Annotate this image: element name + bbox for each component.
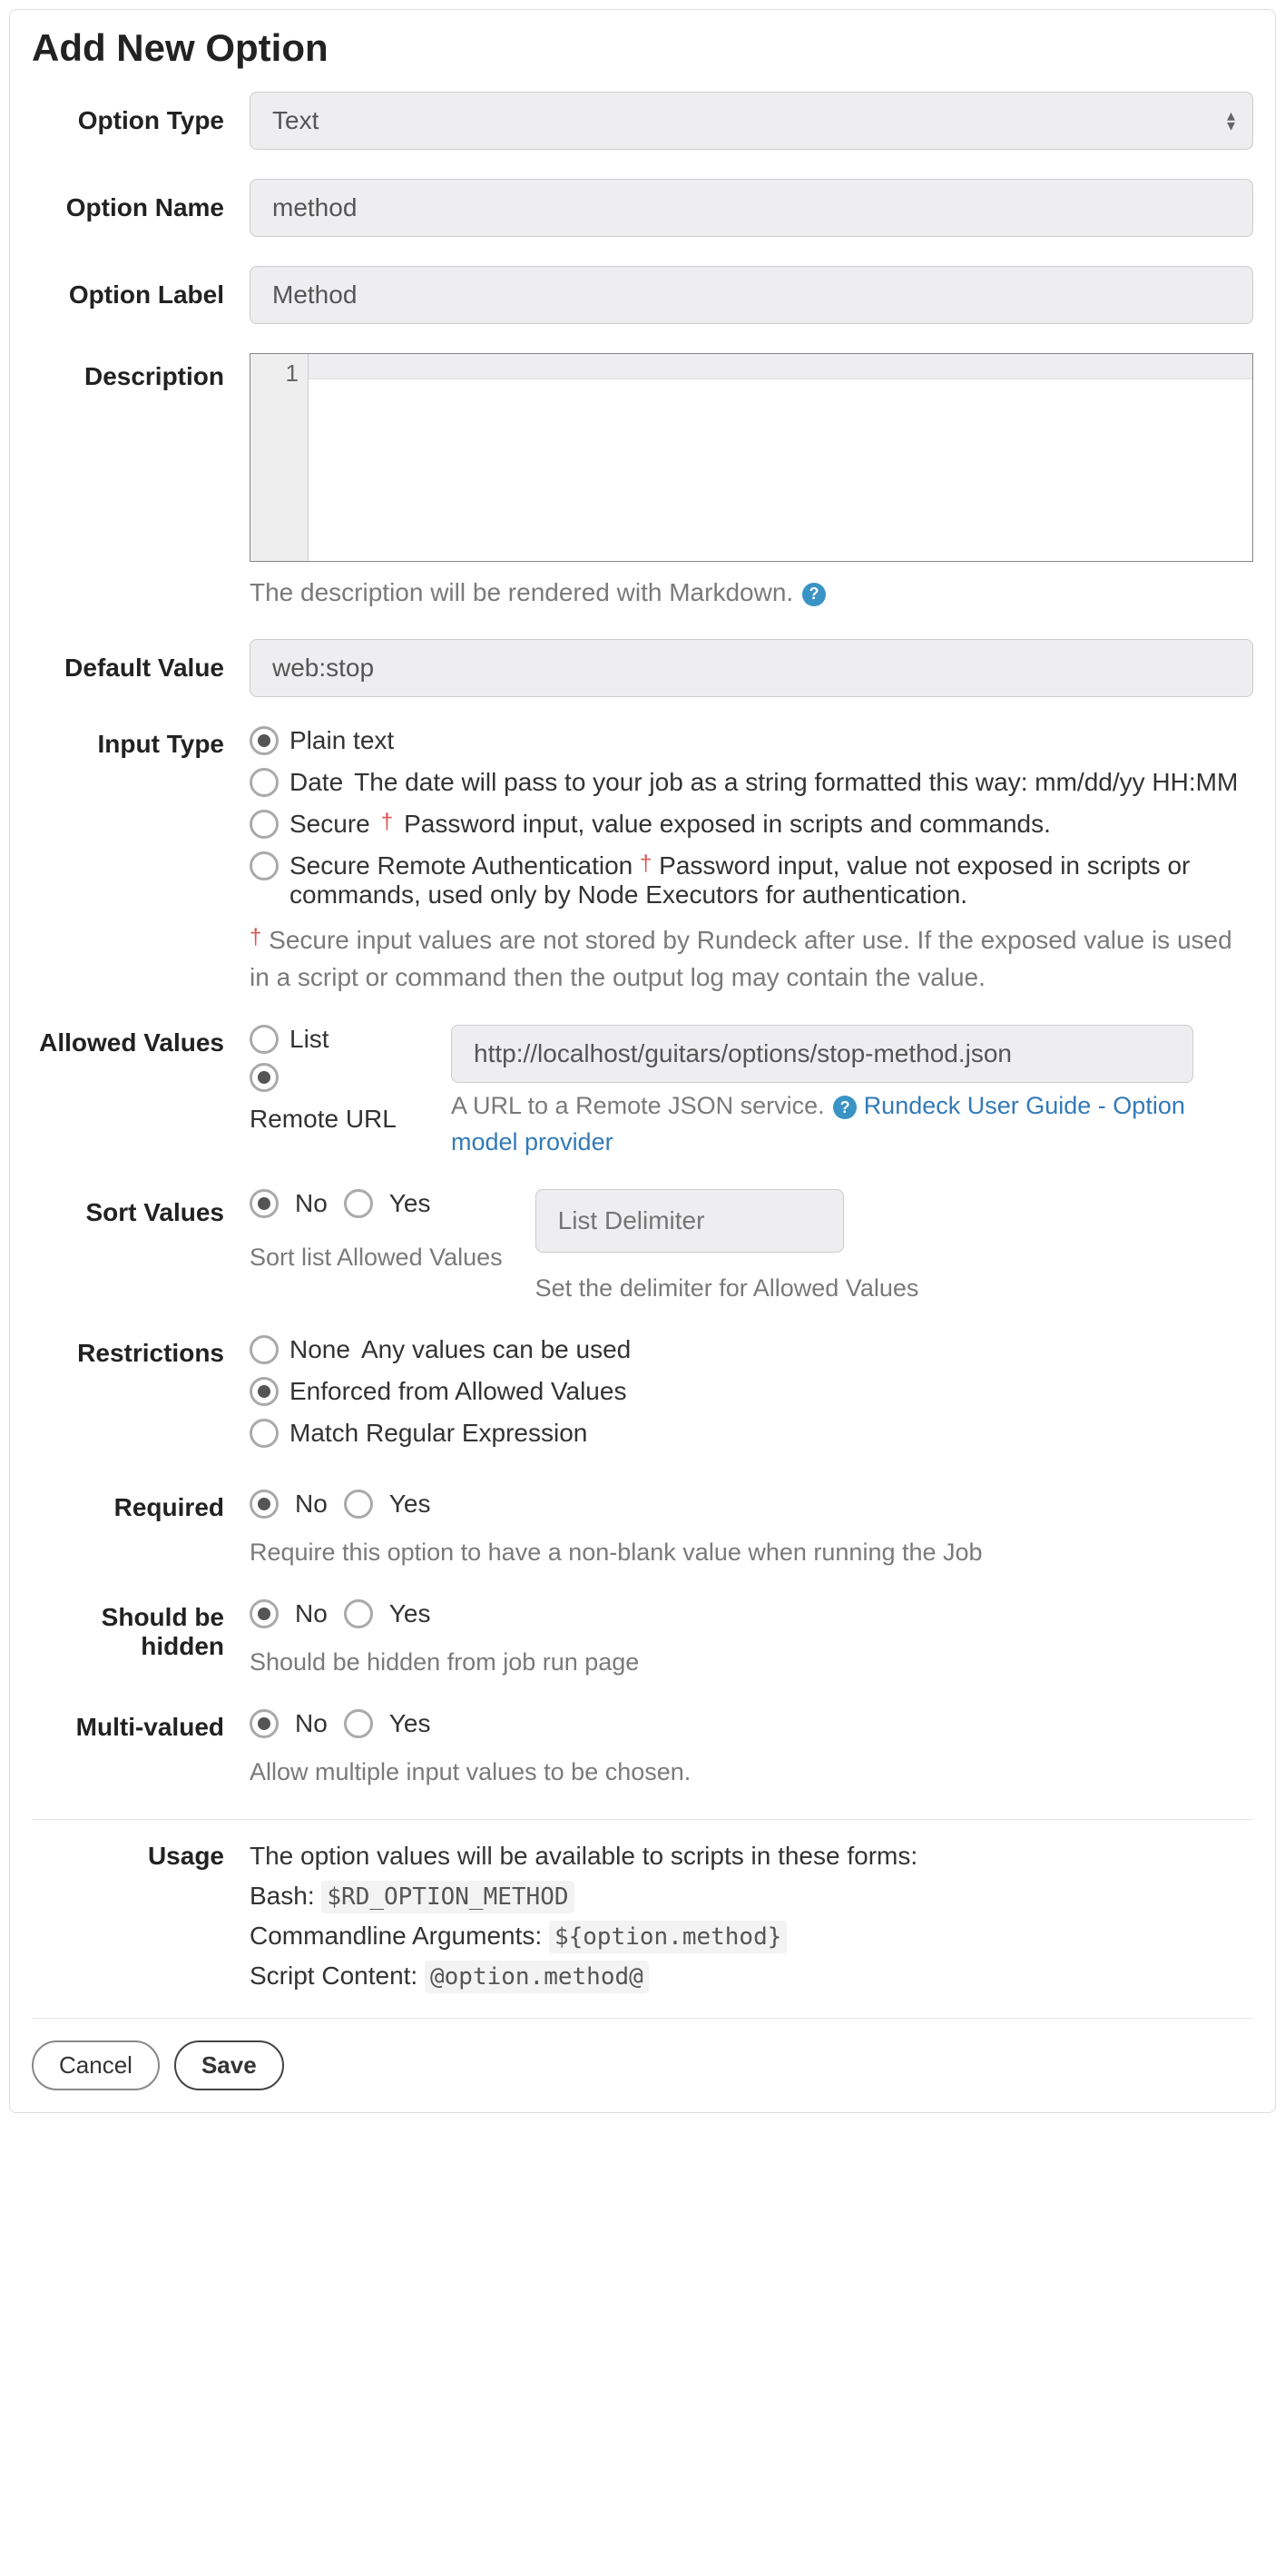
default-value-input[interactable] [250, 639, 1253, 697]
description-help: The description will be rendered with Ma… [250, 575, 1253, 610]
radio-remote-url[interactable] [250, 1063, 279, 1092]
radio-secure-remote[interactable] [250, 851, 279, 880]
input-type-note: † Secure input values are not stored by … [250, 922, 1253, 996]
radio-label-remote: Remote URL [250, 1103, 397, 1136]
radio-plain-text[interactable] [250, 726, 279, 755]
add-option-panel: Add New Option Option Type ▴▾ Option Nam… [9, 9, 1276, 2113]
multi-help: Allow multiple input values to be chosen… [250, 1755, 1253, 1790]
hidden-help: Should be hidden from job run page [250, 1645, 1253, 1680]
radio-label-hidden-no: No [295, 1599, 328, 1628]
radio-label-sort-no: No [295, 1189, 328, 1218]
radio-multi-yes[interactable] [344, 1709, 373, 1738]
radio-label-plain: Plain text [289, 726, 394, 755]
label-option-type: Option Type [32, 92, 250, 135]
label-allowed-values: Allowed Values [32, 1025, 250, 1057]
radio-label-hidden-yes: Yes [389, 1599, 431, 1628]
radio-restriction-enforced[interactable] [250, 1377, 279, 1406]
radio-sort-no[interactable] [250, 1189, 279, 1218]
radio-label-required-no: No [295, 1490, 328, 1519]
remote-url-input[interactable] [451, 1025, 1193, 1083]
page-title: Add New Option [32, 26, 1253, 70]
radio-label-date: Date [289, 768, 343, 797]
question-icon[interactable]: ? [802, 583, 826, 606]
radio-label-multi-yes: Yes [389, 1709, 431, 1738]
dagger-icon: † [381, 810, 393, 835]
usage-script-code: @option.method@ [425, 1961, 649, 1993]
radio-sort-yes[interactable] [344, 1189, 373, 1218]
usage-bash-code: $RD_OPTION_METHOD [321, 1881, 574, 1913]
required-help: Require this option to have a non-blank … [250, 1535, 1253, 1570]
usage-cmd-code: ${option.method} [549, 1921, 787, 1953]
radio-label-required-yes: Yes [389, 1490, 431, 1519]
radio-label-secure: Secure [289, 810, 370, 839]
label-input-type: Input Type [32, 726, 250, 759]
delimiter-help: Set the delimiter for Allowed Values [535, 1271, 919, 1306]
usage-intro: The option values will be available to s… [250, 1842, 1253, 1871]
radio-multi-no[interactable] [250, 1709, 279, 1738]
radio-label-enforced: Enforced from Allowed Values [289, 1377, 626, 1406]
radio-hidden-yes[interactable] [344, 1599, 373, 1628]
radio-label-sort-yes: Yes [389, 1189, 431, 1218]
description-editor[interactable]: 1 [250, 353, 1253, 562]
radio-date[interactable] [250, 768, 279, 797]
radio-desc-secure: Password input, value exposed in scripts… [404, 810, 1051, 839]
dagger-icon: † [640, 851, 652, 876]
question-icon[interactable]: ? [833, 1096, 857, 1119]
usage-script: Script Content: @option.method@ [250, 1961, 1253, 1991]
label-restrictions: Restrictions [32, 1335, 250, 1368]
radio-required-yes[interactable] [344, 1490, 373, 1519]
remote-url-help: A URL to a Remote JSON service. ? Rundec… [451, 1088, 1253, 1159]
radio-secure[interactable] [250, 810, 279, 839]
label-default-value: Default Value [32, 639, 250, 683]
radio-hidden-no[interactable] [250, 1599, 279, 1628]
separator [32, 2018, 1253, 2019]
label-multi-valued: Multi-valued [32, 1709, 250, 1742]
radio-label-regex: Match Regular Expression [289, 1419, 587, 1448]
radio-label-multi-no: No [295, 1709, 328, 1738]
radio-label-secure-remote: Secure Remote Authentication [289, 851, 633, 880]
editor-gutter: 1 [250, 354, 309, 561]
label-sort-values: Sort Values [32, 1189, 250, 1227]
label-required: Required [32, 1490, 250, 1522]
cancel-button[interactable]: Cancel [32, 2040, 160, 2090]
option-name-input[interactable] [250, 179, 1253, 237]
option-type-select[interactable] [250, 92, 1253, 150]
radio-label-list: List [289, 1025, 329, 1054]
label-option-label: Option Label [32, 266, 250, 310]
sort-help: Sort list Allowed Values [250, 1240, 503, 1275]
option-label-input[interactable] [250, 266, 1253, 324]
save-button[interactable]: Save [174, 2040, 284, 2090]
label-usage: Usage [32, 1842, 250, 1871]
label-description: Description [32, 353, 250, 391]
label-option-name: Option Name [32, 179, 250, 222]
radio-list[interactable] [250, 1025, 279, 1054]
separator [32, 1819, 1253, 1820]
radio-restriction-none[interactable] [250, 1335, 279, 1364]
list-delimiter-input[interactable] [535, 1189, 844, 1253]
radio-restriction-regex[interactable] [250, 1419, 279, 1448]
usage-bash: Bash: $RD_OPTION_METHOD [250, 1882, 1253, 1911]
radio-desc-none: Any values can be used [361, 1335, 631, 1364]
radio-desc-date: The date will pass to your job as a stri… [354, 768, 1238, 797]
usage-cmd: Commandline Arguments: ${option.method} [250, 1922, 1253, 1951]
radio-label-none: None [289, 1335, 350, 1364]
radio-required-no[interactable] [250, 1490, 279, 1519]
label-hidden: Should be hidden [32, 1599, 250, 1661]
